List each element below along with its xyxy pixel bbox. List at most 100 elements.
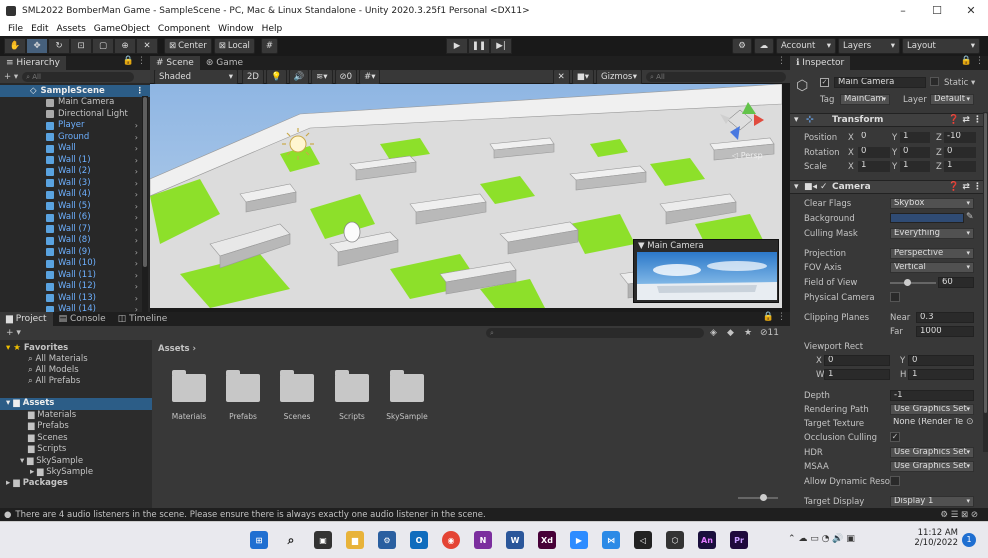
task-view-icon[interactable]: ▣ [314, 531, 332, 549]
msaa-dropdown[interactable]: Use Graphics Set [890, 461, 974, 472]
eyedropper-icon[interactable]: ✎ [966, 212, 974, 222]
close-button[interactable]: ✕ [954, 0, 988, 22]
menu-help[interactable]: Help [262, 24, 283, 34]
fov-input[interactable]: 60 [938, 277, 974, 288]
menu-edit[interactable]: Edit [31, 24, 48, 34]
active-checkbox[interactable]: ✓ [820, 78, 829, 87]
viewport-h-input[interactable]: 1 [908, 369, 974, 380]
inspector-scrollbar[interactable] [983, 112, 988, 452]
scene-menu-icon[interactable]: ⋮ [136, 86, 145, 96]
rendering-path-dropdown[interactable]: Use Graphics Set [890, 404, 974, 415]
chevron-right-icon[interactable]: › [135, 270, 138, 282]
tab-console[interactable]: ▤ Console [53, 312, 112, 326]
favorites-header[interactable]: ▾ ★ Favorites [6, 343, 68, 353]
folder-skysample-icon[interactable] [390, 370, 424, 402]
target-display-dropdown[interactable]: Display 1 [890, 496, 974, 507]
chevron-right-icon[interactable]: › [135, 189, 138, 201]
fov-slider-thumb[interactable] [904, 279, 911, 286]
camera-settings-icon[interactable]: ■▾ [571, 68, 594, 85]
chevron-right-icon[interactable]: › [135, 120, 138, 132]
viewport-w-input[interactable]: 1 [824, 369, 890, 380]
folder-scenes-icon[interactable] [280, 370, 314, 402]
tree-scripts[interactable]: ▆ Scripts [28, 444, 66, 454]
hdr-dropdown[interactable]: Use Graphics Set [890, 447, 974, 458]
status-message[interactable]: There are 4 audio listeners in the scene… [15, 510, 485, 520]
pos-y-input[interactable]: 1 [900, 132, 930, 143]
chevron-right-icon[interactable]: › [135, 201, 138, 213]
transform-header[interactable]: ▾ ⊹ Transform ❓ ⇄ ⋮ [790, 113, 988, 127]
file-explorer-icon[interactable]: ▆ [346, 531, 364, 549]
tab-timeline[interactable]: ◫ Timeline [112, 312, 174, 326]
adobe-xd-icon[interactable]: Xd [538, 531, 556, 549]
pause-icon[interactable]: ❚❚ [468, 38, 490, 54]
hierarchy-item[interactable]: Wall (4) › [46, 189, 150, 201]
settings-icon[interactable]: ⚙ [378, 531, 396, 549]
tab-scene[interactable]: # Scene [150, 56, 200, 70]
hierarchy-item[interactable]: Wall (8) › [46, 235, 150, 247]
menu-file[interactable]: File [8, 24, 23, 34]
chevron-right-icon[interactable]: › [135, 155, 138, 167]
camera-header[interactable]: ▾ ■◂ ✓ Camera ❓ ⇄ ⋮ [790, 180, 988, 194]
pivot-center-button[interactable]: ⊠ Center [164, 38, 212, 54]
folder-scripts-icon[interactable] [335, 370, 369, 402]
menu-component[interactable]: Component [158, 24, 210, 34]
tab-game[interactable]: ⊛ Game [200, 56, 249, 70]
unity-hub-icon[interactable]: ⬡ [666, 531, 684, 549]
rect-tool-icon[interactable]: ▢ [92, 38, 114, 54]
tree-prefabs[interactable]: ▆ Prefabs [28, 421, 69, 431]
layers-dropdown[interactable]: Layers ▾ [838, 38, 900, 54]
chevron-right-icon[interactable]: › [135, 224, 138, 236]
word-icon[interactable]: W [506, 531, 524, 549]
hierarchy-item[interactable]: Ground › [46, 132, 150, 144]
near-input[interactable]: 0.3 [916, 312, 974, 323]
hierarchy-item[interactable]: Wall (12) › [46, 281, 150, 293]
draw-mode-dropdown[interactable]: Shaded ▾ [154, 68, 238, 85]
filter-label-icon[interactable]: ◆ [727, 328, 734, 338]
tab-inspector[interactable]: ℹ Inspector [790, 56, 851, 70]
unity-icon[interactable]: ◁ [634, 531, 652, 549]
scene-root-row[interactable]: ◇ SampleScene ⋮ [0, 85, 150, 97]
hierarchy-item[interactable]: Directional Light [46, 109, 150, 121]
add-object-button[interactable]: + ▾ [4, 72, 18, 82]
tree-packages[interactable]: ▸ ▆ Packages [6, 478, 68, 488]
player-sphere[interactable] [343, 221, 361, 243]
project-search-input[interactable]: ⌕ [486, 328, 704, 338]
rot-z-input[interactable]: 0 [944, 147, 976, 158]
premiere-icon[interactable]: Pr [730, 531, 748, 549]
static-checkbox[interactable] [930, 77, 939, 86]
zoom-icon[interactable]: ▶ [570, 531, 588, 549]
notification-badge[interactable]: 1 [962, 533, 976, 547]
tag-dropdown[interactable]: MainCam [840, 94, 890, 105]
collab-icon[interactable]: ⚙ [732, 38, 752, 54]
component-menu-icon[interactable]: ❓ ⇄ ⋮ [948, 115, 982, 125]
layout-dropdown[interactable]: Layout ▾ [902, 38, 980, 54]
layer-dropdown[interactable]: Default [930, 94, 974, 105]
outlook-icon[interactable]: O [410, 531, 428, 549]
cloud-icon[interactable]: ☁ [754, 38, 774, 54]
scale-x-input[interactable]: 1 [858, 161, 890, 172]
scene-tab-menu-icon[interactable]: ⋮ [777, 56, 786, 66]
icon-size-slider[interactable] [738, 494, 778, 501]
hidden-packages-icon[interactable]: ⊘11 [760, 328, 779, 338]
inspector-scroll-thumb[interactable] [984, 113, 987, 413]
object-name-input[interactable]: Main Camera [834, 77, 926, 88]
account-dropdown[interactable]: Account ▾ [776, 38, 836, 54]
play-icon[interactable]: ▶ [446, 38, 468, 54]
chrome-icon[interactable]: ◉ [442, 531, 460, 549]
filter-type-icon[interactable]: ◈ [710, 328, 717, 338]
chevron-right-icon[interactable]: › [135, 258, 138, 270]
hierarchy-item[interactable]: Wall (10) › [46, 258, 150, 270]
tree-materials[interactable]: ▆ Materials [28, 410, 76, 420]
pos-x-input[interactable]: 0 [858, 132, 892, 143]
pivot-local-button[interactable]: ⊠ Local [213, 38, 255, 54]
camera-enabled-checkbox[interactable]: ✓ [820, 182, 828, 192]
status-icons[interactable]: ⚙ ☰ ⊠ ⊘ [940, 510, 978, 520]
far-input[interactable]: 1000 [916, 326, 974, 337]
2d-toggle-button[interactable]: 2D [242, 68, 264, 85]
scale-z-input[interactable]: 1 [944, 161, 976, 172]
fov-axis-dropdown[interactable]: Vertical [890, 262, 974, 273]
hierarchy-item[interactable]: Main Camera [46, 97, 150, 109]
transform-tool-icon[interactable]: ⊕ [114, 38, 136, 54]
favorite-star-icon[interactable]: ★ [744, 328, 752, 338]
grid-snap-icon[interactable]: # [260, 38, 279, 54]
